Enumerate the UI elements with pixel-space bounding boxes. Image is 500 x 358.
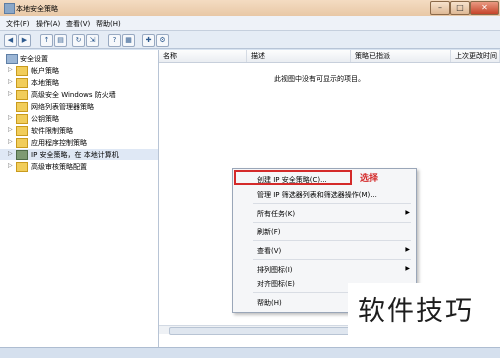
back-icon[interactable]: ◀	[4, 34, 17, 47]
folder-icon	[16, 66, 28, 76]
show-tree-icon[interactable]: ▤	[54, 34, 67, 47]
expand-arrow-icon[interactable]: ▷	[8, 90, 13, 97]
expand-arrow-icon[interactable]: ▷	[8, 66, 13, 73]
menu-help[interactable]: 帮助(H)	[96, 19, 121, 29]
tree-item-label: 帐户策略	[31, 67, 59, 75]
column-assigned[interactable]: 策略已指派	[351, 50, 451, 62]
tree-item-label: 网络列表管理器策略	[31, 103, 94, 111]
folder-icon	[16, 162, 28, 172]
expand-arrow-icon[interactable]: ▷	[8, 162, 13, 169]
column-header: 名称 描述 策略已指派 上次更改时间	[159, 50, 500, 63]
folder-icon	[16, 78, 28, 88]
maximize-button[interactable]: □	[450, 1, 470, 15]
tree-item-audit-policy[interactable]: ▷ 高级审核策略配置	[0, 161, 158, 172]
tree-item-public-key[interactable]: ▷ 公钥策略	[0, 113, 158, 124]
menu-action[interactable]: 操作(A)	[36, 19, 60, 29]
menu-refresh[interactable]: 刷新(F)	[233, 225, 416, 237]
empty-view-message: 此视图中没有可显示的项目。	[274, 75, 365, 83]
menu-separator	[253, 240, 411, 241]
export-icon[interactable]: ⇲	[86, 34, 99, 47]
tree-item-software-restriction[interactable]: ▷ 软件限制策略	[0, 125, 158, 136]
forward-icon[interactable]: ▶	[18, 34, 31, 47]
menu-bar: 文件(F) 操作(A) 查看(V) 帮助(H)	[0, 16, 500, 31]
status-bar	[0, 347, 500, 358]
window-title: 本地安全策略	[16, 5, 58, 13]
tree-item-label: 高级安全 Windows 防火墙	[31, 91, 116, 99]
submenu-arrow-icon: ▶	[405, 209, 410, 216]
menu-view[interactable]: 查看(V) ▶	[233, 244, 416, 256]
up-folder-icon[interactable]: ↑	[40, 34, 53, 47]
menu-manage-filters[interactable]: 管理 IP 筛选器列表和筛选器操作(M)...	[233, 188, 416, 200]
tree-item-firewall[interactable]: ▷ 高级安全 Windows 防火墙	[0, 89, 158, 100]
menu-separator	[253, 222, 411, 223]
ip-security-icon	[16, 150, 28, 160]
tree-item-app-control[interactable]: ▷ 应用程序控制策略	[0, 137, 158, 148]
column-description[interactable]: 描述	[247, 50, 351, 62]
tree-item-label: 软件限制策略	[31, 127, 73, 135]
add-policy-icon[interactable]: ✚	[142, 34, 155, 47]
toolbar: ◀ ▶ ↑ ▤ ↻ ⇲ ? ▦ ✚ ⚙	[0, 31, 500, 49]
menu-view[interactable]: 查看(V)	[66, 19, 90, 29]
console-tree: 安全设置 ▷ 帐户策略 ▷ 本地策略 ▷ 高级安全 Windows 防火墙 网络…	[0, 50, 159, 347]
submenu-arrow-icon: ▶	[405, 265, 410, 272]
minimize-button[interactable]: –	[430, 1, 450, 15]
tree-item-security-settings[interactable]: 安全设置	[0, 53, 158, 64]
menu-separator	[253, 203, 411, 204]
menu-item-label: 管理 IP 筛选器列表和筛选器操作(M)...	[257, 191, 377, 199]
expand-arrow-icon[interactable]: ▷	[8, 114, 13, 121]
tree-item-label: 安全设置	[20, 55, 48, 63]
tree-item-label: 本地策略	[31, 79, 59, 87]
folder-icon	[16, 90, 28, 100]
title-bar: 本地安全策略 – □ ✕	[0, 0, 500, 16]
column-name[interactable]: 名称	[159, 50, 247, 62]
folder-icon	[16, 138, 28, 148]
security-settings-icon	[6, 54, 18, 64]
annotation-label: 选择	[360, 174, 379, 184]
folder-icon	[16, 114, 28, 124]
menu-file[interactable]: 文件(F)	[6, 19, 30, 29]
menu-item-label: 排列图标(I)	[257, 266, 293, 274]
expand-arrow-icon[interactable]: ▷	[8, 150, 13, 157]
menu-all-tasks[interactable]: 所有任务(K) ▶	[233, 207, 416, 219]
tree-item-label: 高级审核策略配置	[31, 163, 87, 171]
menu-item-label: 所有任务(K)	[257, 210, 296, 218]
highlight-box	[234, 170, 352, 185]
security-policy-icon	[4, 3, 15, 14]
folder-icon	[16, 102, 28, 112]
close-button[interactable]: ✕	[470, 1, 499, 15]
menu-item-label: 帮助(H)	[257, 299, 282, 307]
tree-item-account-policies[interactable]: ▷ 帐户策略	[0, 65, 158, 76]
submenu-arrow-icon: ▶	[405, 246, 410, 253]
column-last-modified[interactable]: 上次更改时间	[451, 50, 500, 62]
tree-item-ip-security[interactable]: ▷ IP 安全策略，在 本地计算机	[0, 149, 158, 160]
menu-separator	[253, 259, 411, 260]
tree-item-label: 公钥策略	[31, 115, 59, 123]
help-icon[interactable]: ?	[108, 34, 121, 47]
menu-item-label: 查看(V)	[257, 247, 282, 255]
expand-arrow-icon[interactable]: ▷	[8, 78, 13, 85]
tree-item-label: IP 安全策略，在 本地计算机	[31, 151, 119, 159]
tree-item-local-policies[interactable]: ▷ 本地策略	[0, 77, 158, 88]
assign-icon[interactable]: ⚙	[156, 34, 169, 47]
refresh-icon[interactable]: ↻	[72, 34, 85, 47]
menu-arrange-icons[interactable]: 排列图标(I) ▶	[233, 263, 416, 275]
properties-icon[interactable]: ▦	[122, 34, 135, 47]
menu-item-label: 对齐图标(E)	[257, 280, 295, 288]
menu-item-label: 刷新(F)	[257, 228, 281, 236]
expand-arrow-icon[interactable]: ▷	[8, 126, 13, 133]
expand-arrow-icon[interactable]: ▷	[8, 138, 13, 145]
watermark-text: 软件技巧	[358, 296, 474, 327]
watermark-box: 软件技巧	[348, 283, 500, 341]
tree-item-label: 应用程序控制策略	[31, 139, 87, 147]
folder-icon	[16, 126, 28, 136]
tree-item-network-list[interactable]: 网络列表管理器策略	[0, 101, 158, 112]
